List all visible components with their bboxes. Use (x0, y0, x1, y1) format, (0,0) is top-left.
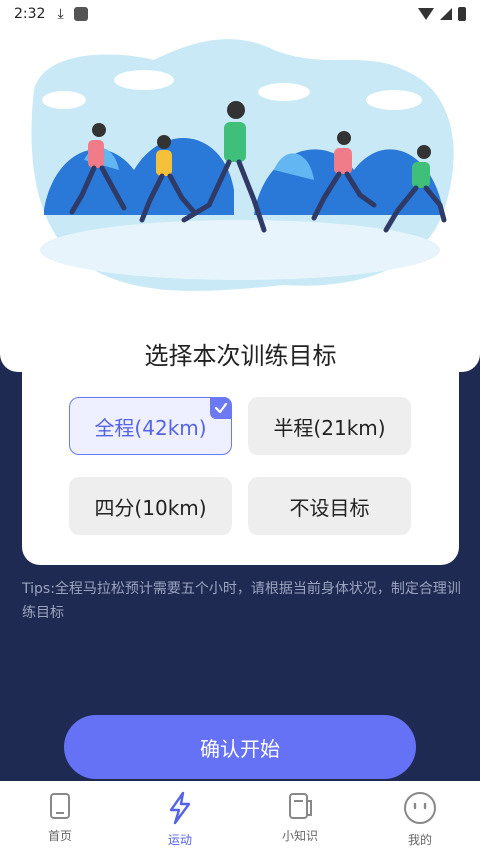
battery-icon (458, 7, 466, 21)
nav-label: 我的 (407, 833, 432, 847)
option-label: 半程(21km) (273, 415, 386, 440)
smiley-icon (404, 792, 436, 824)
nav-item-mine[interactable]: 我的 (360, 781, 480, 855)
tips-text: Tips:全程马拉松预计需要五个小时，请根据当前身体状况，制定合理训练目标 (22, 581, 461, 621)
option-full-marathon[interactable]: 全程(42km) (69, 397, 232, 455)
status-time: 2:32 (14, 6, 46, 22)
notebook-icon (289, 793, 312, 819)
wifi-icon (418, 8, 434, 20)
signal-icon (440, 8, 452, 20)
bottom-nav: 首页 运动 小知识 我的 (0, 781, 480, 855)
download-icon: ⤓ (57, 6, 64, 22)
card-title: 选择本次训练目标 (144, 342, 337, 370)
option-label: 全程(42km) (94, 415, 207, 440)
checkmark-icon (210, 397, 232, 419)
option-10km[interactable]: 四分(10km) (69, 477, 232, 535)
nav-item-sport[interactable]: 运动 (120, 781, 240, 855)
lightning-icon (169, 791, 191, 825)
option-no-goal[interactable]: 不设目标 (248, 477, 411, 535)
nav-item-knowledge[interactable]: 小知识 (240, 781, 360, 855)
confirm-start-button[interactable]: 确认开始 (64, 715, 416, 779)
goal-selection-card: 选择本次训练目标 全程(42km) 半程(21km) 四分(10km) 不设目标 (22, 304, 459, 565)
nav-label: 小知识 (281, 829, 318, 843)
option-half-marathon[interactable]: 半程(21km) (248, 397, 411, 455)
nav-label: 首页 (47, 829, 72, 843)
app-notification-icon (73, 7, 88, 21)
status-bar: 2:32 ⤓ (0, 0, 480, 28)
option-label: 四分(10km) (94, 495, 207, 520)
runners-illustration (31, 39, 454, 291)
home-phone-icon (50, 793, 70, 819)
nav-item-home[interactable]: 首页 (0, 781, 120, 855)
nav-label: 运动 (167, 833, 192, 847)
option-label: 不设目标 (289, 495, 370, 520)
